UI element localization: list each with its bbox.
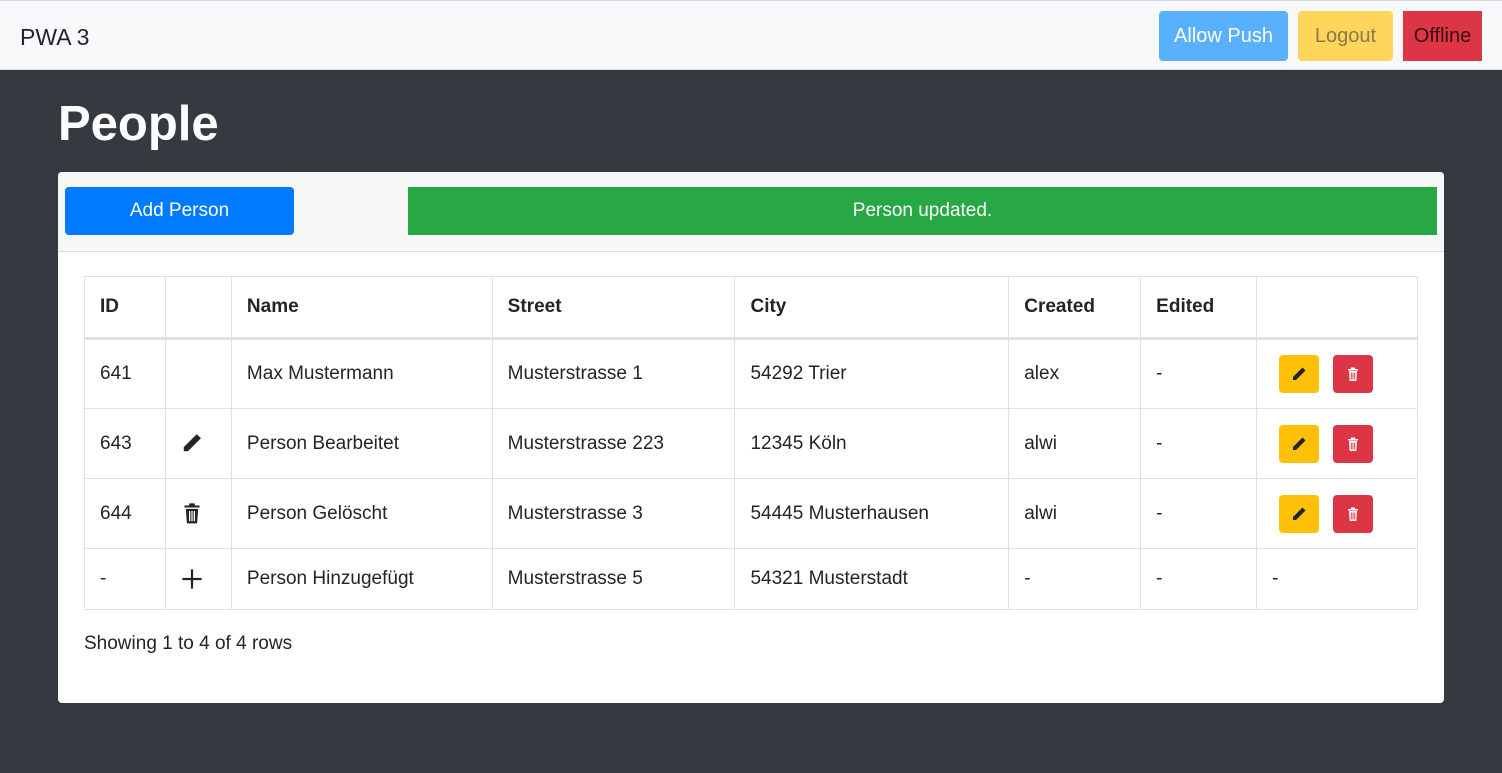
cell-created: - (1008, 548, 1142, 610)
add-person-button[interactable]: Add Person (65, 187, 294, 235)
cell-city: 54321 Musterstadt (734, 548, 1010, 610)
table-row: 643 Person Bearbeitet Musterstrasse 223 … (84, 408, 1418, 479)
allow-push-button[interactable]: Allow Push (1159, 11, 1288, 61)
column-header-name[interactable]: Name (230, 276, 493, 340)
logout-button[interactable]: Logout (1298, 11, 1393, 61)
cell-street: Musterstrasse 5 (491, 548, 736, 610)
column-header-status (164, 276, 232, 340)
cell-street: Musterstrasse 3 (491, 478, 736, 549)
cell-city: 54445 Musterhausen (734, 478, 1010, 549)
page-title: People (58, 97, 219, 151)
column-header-created[interactable]: Created (1008, 276, 1142, 340)
cell-status (164, 548, 232, 610)
cell-created: alwi (1008, 478, 1142, 549)
cell-id: 643 (84, 408, 166, 479)
cell-status (164, 478, 232, 549)
trash-icon (1348, 367, 1359, 381)
people-card: Add Person Person updated. ID Name Stree… (58, 172, 1444, 703)
cell-name: Person Gelöscht (230, 478, 493, 549)
pencil-icon (1293, 367, 1306, 380)
edit-button[interactable] (1279, 424, 1320, 463)
cell-actions (1256, 408, 1418, 479)
edit-button[interactable] (1279, 494, 1320, 533)
column-header-street[interactable]: Street (491, 276, 736, 340)
table-header-row: ID Name Street City Created Edited (84, 276, 1418, 340)
cell-name: Max Mustermann (230, 338, 493, 409)
cell-edited: - (1140, 548, 1258, 610)
table-row: 644 Person Gelöscht Musterstrasse 3 5444… (84, 478, 1418, 549)
app-brand[interactable]: PWA 3 (20, 24, 89, 51)
column-header-actions (1256, 276, 1418, 340)
offline-status-button[interactable]: Offline (1403, 11, 1482, 61)
edit-button[interactable] (1279, 355, 1320, 393)
pencil-icon (183, 434, 201, 452)
column-header-id[interactable]: ID (84, 276, 166, 340)
cell-edited: - (1140, 478, 1258, 549)
pencil-icon (1293, 437, 1306, 450)
column-header-edited[interactable]: Edited (1140, 276, 1258, 340)
table-row: 641 Max Mustermann Musterstrasse 1 54292… (84, 338, 1418, 409)
column-header-city[interactable]: City (734, 276, 1010, 340)
cell-actions: - (1256, 548, 1418, 610)
cell-edited: - (1140, 408, 1258, 479)
status-alert: Person updated. (408, 187, 1437, 235)
cell-edited: - (1140, 338, 1258, 409)
cell-id: 644 (84, 478, 166, 549)
table-row: - Person Hinzugefügt Musterstrasse 5 543… (84, 548, 1418, 610)
cell-street: Musterstrasse 1 (491, 338, 736, 409)
pagination-summary: Showing 1 to 4 of 4 rows (84, 633, 293, 654)
delete-button[interactable] (1333, 355, 1374, 393)
cell-id: 641 (84, 338, 166, 409)
delete-button[interactable] (1333, 424, 1374, 463)
cell-city: 54292 Trier (734, 338, 1010, 409)
cell-name: Person Bearbeitet (230, 408, 493, 479)
cell-actions (1256, 478, 1418, 549)
top-navbar: PWA 3 Allow Push Logout Offline (0, 0, 1502, 70)
cell-name: Person Hinzugefügt (230, 548, 493, 610)
trash-icon (1348, 507, 1359, 521)
card-header: Add Person Person updated. (58, 172, 1444, 252)
cell-status (164, 408, 232, 479)
cell-actions (1256, 338, 1418, 409)
cell-created: alex (1008, 338, 1142, 409)
cell-city: 12345 Köln (734, 408, 1010, 479)
trash-icon (184, 503, 200, 524)
cell-status (164, 338, 232, 409)
delete-button[interactable] (1333, 494, 1374, 533)
plus-icon (182, 569, 202, 589)
cell-created: alwi (1008, 408, 1142, 479)
trash-icon (1348, 437, 1359, 451)
cell-id: - (84, 548, 166, 610)
cell-street: Musterstrasse 223 (491, 408, 736, 479)
people-table: ID Name Street City Created Edited 641 M… (84, 276, 1418, 610)
pencil-icon (1293, 507, 1306, 520)
